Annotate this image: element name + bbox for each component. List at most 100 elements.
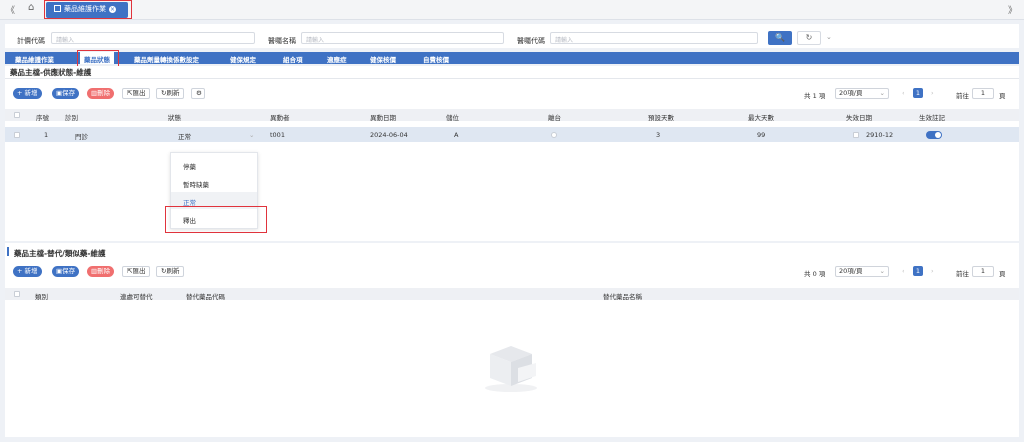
- refresh-icon: ↻: [805, 33, 813, 42]
- export-label: 匯出: [132, 267, 146, 275]
- col-substitute-code: 替代藥品代碼: [186, 293, 225, 301]
- select-all-checkbox[interactable]: [14, 112, 20, 118]
- scroll-left-icon[interactable]: 《: [6, 3, 15, 16]
- subtab-dose-conversion[interactable]: 藥品劑量轉換係數設定: [134, 54, 199, 64]
- col-status: 狀態: [168, 114, 181, 122]
- save-button[interactable]: ▣保存: [52, 266, 80, 277]
- save-label: 保存: [62, 267, 76, 275]
- goto-label: 前往: [956, 92, 969, 100]
- next-page-icon[interactable]: ›: [931, 267, 934, 275]
- page-size-select[interactable]: 20項/頁 ⌄: [835, 88, 889, 99]
- cell-location[interactable]: A: [454, 131, 458, 139]
- calendar-icon[interactable]: [853, 132, 859, 138]
- refresh-button[interactable]: ↻刷新: [156, 88, 185, 99]
- active-toggle[interactable]: [926, 131, 942, 139]
- search-button[interactable]: 🔍: [768, 31, 792, 45]
- chevron-down-icon: ⌄: [879, 267, 885, 275]
- total-count: 共 1 項: [804, 92, 826, 100]
- prev-page-icon[interactable]: ‹: [902, 267, 905, 275]
- export-button[interactable]: ⇱匯出: [122, 88, 151, 99]
- page-size-value: 20項/頁: [839, 267, 863, 275]
- save-button[interactable]: ▣保存: [52, 88, 80, 99]
- row-checkbox[interactable]: [14, 132, 20, 138]
- section-title-supply-status: 藥品主檔-供應狀態-維護: [10, 68, 92, 77]
- col-seq: 序號: [36, 114, 49, 122]
- col-max-days: 最大天數: [748, 114, 774, 122]
- dropdown-option-stop[interactable]: 停藥: [171, 156, 257, 173]
- cell-date: 2024-06-04: [370, 131, 408, 139]
- page-size-select[interactable]: 20項/頁 ⌄: [835, 266, 889, 277]
- refresh-button[interactable]: ↻刷新: [156, 266, 185, 277]
- dropdown-option-temporary-shortage[interactable]: 暫時缺藥: [171, 174, 257, 191]
- filter-label-order-name: 醫囑名稱: [268, 37, 296, 45]
- order-code-input[interactable]: 請輸入: [550, 32, 758, 44]
- filter-label-order-code: 醫囑代碼: [517, 37, 545, 45]
- col-leave: 離台: [548, 114, 561, 122]
- cell-status[interactable]: 正常: [178, 131, 191, 141]
- col-expiry: 失效日期: [846, 114, 872, 122]
- add-button[interactable]: + 新增: [13, 266, 42, 277]
- col-date: 異動日期: [370, 114, 396, 122]
- cell-modifier: t001: [270, 131, 285, 139]
- next-page-icon[interactable]: ›: [931, 89, 934, 97]
- subtab-drug-maintenance[interactable]: 藥品維護作業: [15, 54, 54, 64]
- scroll-right-icon[interactable]: 》: [1008, 3, 1017, 16]
- subtab-indication[interactable]: 適應症: [327, 54, 347, 64]
- delete-label: 刪除: [97, 267, 111, 275]
- cell-default-days[interactable]: 3: [656, 131, 660, 139]
- subtab-combination[interactable]: 組合項: [283, 54, 303, 64]
- section-title-substitute: 藥品主檔-替代/類似藥-維護: [14, 249, 106, 258]
- delete-button[interactable]: ▥刪除: [87, 88, 115, 99]
- cell-expiry[interactable]: 2910-12: [866, 131, 893, 139]
- export-button[interactable]: ⇱匯出: [122, 266, 151, 277]
- reset-button[interactable]: ↻: [797, 31, 821, 45]
- table-header: 序號 診別 狀態 異動者 異動日期 儲位 離台 預設天數 最大天數 失效日期 生…: [5, 109, 1019, 122]
- chevron-down-icon: ⌄: [879, 89, 885, 97]
- total-count: 共 0 項: [804, 270, 826, 278]
- billing-code-input[interactable]: 請輸入: [51, 32, 255, 44]
- delete-button[interactable]: ▥刪除: [87, 266, 115, 277]
- section-accent-bar: [7, 247, 9, 256]
- divider: [5, 78, 1019, 79]
- current-page[interactable]: 1: [913, 266, 923, 276]
- subtab-self-pay-price[interactable]: 自費核價: [423, 54, 449, 64]
- table-header: 類別 連處可替代 替代藥品代碼 替代藥品名稱: [5, 288, 1019, 301]
- settings-icon: ⚙: [196, 89, 202, 97]
- col-clinic: 診別: [65, 114, 78, 122]
- table-row[interactable]: 1 門診 正常 ⌄ t001 2024-06-04 A 3 99 2910-12: [5, 127, 1019, 142]
- select-all-checkbox[interactable]: [14, 291, 20, 297]
- home-icon[interactable]: ⌂: [28, 2, 34, 13]
- order-name-input[interactable]: 請輸入: [301, 32, 504, 44]
- chevron-down-icon[interactable]: ⌄: [826, 33, 832, 41]
- goto-label: 前往: [956, 270, 969, 278]
- export-label: 匯出: [132, 89, 146, 97]
- subtab-insurance-rules[interactable]: 健保規定: [230, 54, 256, 64]
- subtab-insurance-price[interactable]: 健保核價: [370, 54, 396, 64]
- cell-max-days[interactable]: 99: [757, 131, 765, 139]
- filter-label-billing-code: 計價代碼: [17, 37, 45, 45]
- column-settings-button[interactable]: ⚙: [191, 88, 205, 99]
- goto-page-input[interactable]: 1: [972, 88, 994, 99]
- page-unit-label: 頁: [999, 92, 1006, 100]
- page-unit-label: 頁: [999, 270, 1006, 278]
- sub-tab-bar: 藥品維護作業 藥品狀態 藥品劑量轉換係數設定 健保規定 組合項 適應症 健保核價…: [5, 52, 1019, 64]
- cell-seq: 1: [44, 131, 49, 139]
- top-tab-bar: 《 ⌂ 藥品維護作業 × 》: [0, 0, 1024, 20]
- current-page[interactable]: 1: [913, 88, 923, 98]
- highlight-box-tab: [44, 0, 132, 19]
- col-substitutable: 連處可替代: [120, 293, 153, 301]
- col-modifier: 異動者: [270, 114, 290, 122]
- delete-label: 刪除: [97, 89, 111, 97]
- col-active: 生效註記: [919, 114, 945, 122]
- highlight-box-release: [165, 206, 267, 233]
- cell-clinic[interactable]: 門診: [75, 131, 88, 141]
- col-default-days: 預設天數: [648, 114, 674, 122]
- save-label: 保存: [62, 89, 76, 97]
- chevron-down-icon[interactable]: ⌄: [249, 131, 254, 139]
- col-category: 類別: [35, 293, 48, 301]
- leave-checkbox[interactable]: [551, 132, 557, 138]
- prev-page-icon[interactable]: ‹: [902, 89, 905, 97]
- empty-box-icon: [485, 346, 537, 392]
- goto-page-input[interactable]: 1: [972, 266, 994, 277]
- add-button[interactable]: + 新增: [13, 88, 42, 99]
